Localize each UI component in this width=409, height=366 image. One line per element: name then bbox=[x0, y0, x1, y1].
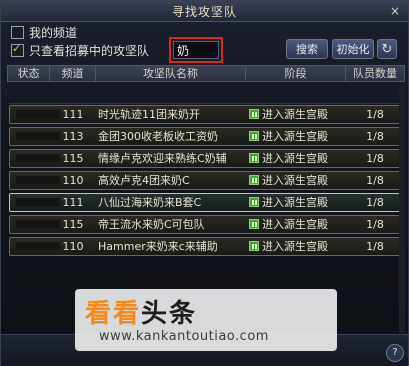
row-stage: 进入源生宫殿 bbox=[262, 218, 328, 231]
pause-icon bbox=[249, 153, 259, 163]
table-row[interactable]: 111 时光轨迹11团来奶开 进入源生宫殿 1/8 bbox=[9, 105, 403, 124]
pause-icon bbox=[249, 109, 259, 119]
find-team-window: 寻找攻坚队 × 我的频道 只查看招募中的攻坚队 搜索 初始化 ↻ 状态 频道 攻… bbox=[0, 0, 409, 366]
table-row[interactable]: 111 八仙过海来奶来B套C 进入源生宫殿 1/8 bbox=[9, 193, 403, 212]
column-members[interactable]: 队员数量 bbox=[346, 66, 404, 81]
my-channel-filter[interactable]: 我的频道 bbox=[11, 23, 77, 41]
pause-icon bbox=[249, 197, 259, 207]
row-team-name: Hammer来奶来c来辅助 bbox=[98, 240, 218, 253]
table-row[interactable]: 113 金团300收老板收工资奶 进入源生宫殿 1/8 bbox=[9, 127, 403, 146]
table-header: 状态 频道 攻坚队名称 阶段 队员数量 bbox=[7, 65, 405, 82]
row-stage: 进入源生宫殿 bbox=[262, 152, 328, 165]
row-members: 1/8 bbox=[366, 108, 384, 121]
table-row[interactable]: 115 情缘卢克欢迎来熟练C奶辅 进入源生宫殿 1/8 bbox=[9, 149, 403, 168]
watermark: 看看头条 www.kankantoutiao.com bbox=[85, 293, 325, 353]
row-channel: 115 bbox=[62, 152, 84, 165]
row-members: 1/8 bbox=[366, 196, 384, 209]
pause-icon bbox=[249, 175, 259, 185]
pause-icon bbox=[249, 131, 259, 141]
column-status[interactable]: 状态 bbox=[8, 66, 50, 81]
row-team-name: 帝王流水来奶C可包队 bbox=[98, 218, 205, 231]
column-team-name[interactable]: 攻坚队名称 bbox=[96, 66, 246, 81]
pause-icon bbox=[249, 241, 259, 251]
search-highlight bbox=[169, 37, 223, 63]
reset-button[interactable]: 初始化 bbox=[332, 39, 374, 59]
search-button[interactable]: 搜索 bbox=[286, 39, 328, 59]
watermark-url: www.kankantoutiao.com bbox=[99, 329, 269, 344]
row-team-name: 金团300收老板收工资奶 bbox=[98, 130, 218, 143]
refresh-icon[interactable]: ↻ bbox=[377, 39, 397, 59]
watermark-brand: 看看头条 bbox=[85, 299, 198, 329]
column-channel[interactable]: 频道 bbox=[50, 66, 96, 81]
row-channel: 111 bbox=[62, 196, 84, 209]
row-members: 1/8 bbox=[366, 152, 384, 165]
row-stage: 进入源生宫殿 bbox=[262, 240, 328, 253]
row-team-name: 八仙过海来奶来B套C bbox=[98, 196, 202, 209]
pause-icon bbox=[249, 219, 259, 229]
table-row[interactable]: 110 Hammer来奶来c来辅助 进入源生宫殿 1/8 bbox=[9, 237, 403, 256]
recruiting-only-label: 只查看招募中的攻坚队 bbox=[29, 43, 150, 58]
row-team-name: 情缘卢克欢迎来熟练C奶辅 bbox=[98, 152, 227, 165]
recruiting-only-filter[interactable]: 只查看招募中的攻坚队 bbox=[11, 41, 149, 59]
row-team-name: 高效卢克4团来奶C bbox=[98, 174, 190, 187]
close-icon[interactable]: × bbox=[388, 4, 402, 18]
row-members: 1/8 bbox=[366, 218, 384, 231]
row-channel: 113 bbox=[62, 130, 84, 143]
table-row[interactable]: 115 帝王流水来奶C可包队 进入源生宫殿 1/8 bbox=[9, 215, 403, 234]
row-stage: 进入源生宫殿 bbox=[262, 108, 328, 121]
row-channel: 110 bbox=[62, 174, 84, 187]
table-row[interactable]: 110 高效卢克4团来奶C 进入源生宫殿 1/8 bbox=[9, 171, 403, 190]
search-input[interactable] bbox=[173, 41, 219, 59]
column-stage[interactable]: 阶段 bbox=[246, 66, 346, 81]
title-bar[interactable]: 寻找攻坚队 × bbox=[1, 1, 408, 22]
window-title: 寻找攻坚队 bbox=[171, 5, 237, 19]
row-channel: 110 bbox=[62, 240, 84, 253]
row-stage: 进入源生宫殿 bbox=[262, 130, 328, 143]
row-channel: 111 bbox=[62, 108, 84, 121]
my-channel-checkbox[interactable] bbox=[11, 25, 24, 39]
row-stage: 进入源生宫殿 bbox=[262, 196, 328, 209]
empty-row bbox=[9, 85, 403, 104]
row-members: 1/8 bbox=[366, 240, 384, 253]
row-stage: 进入源生宫殿 bbox=[262, 174, 328, 187]
help-icon[interactable]: ? bbox=[386, 344, 404, 362]
row-team-name: 时光轨迹11团来奶开 bbox=[98, 108, 200, 121]
list-scrollbar[interactable] bbox=[399, 83, 405, 333]
my-channel-label: 我的频道 bbox=[29, 25, 78, 40]
row-channel: 115 bbox=[62, 218, 84, 231]
row-members: 1/8 bbox=[366, 174, 384, 187]
row-members: 1/8 bbox=[366, 130, 384, 143]
recruiting-only-checkbox[interactable] bbox=[11, 42, 24, 57]
